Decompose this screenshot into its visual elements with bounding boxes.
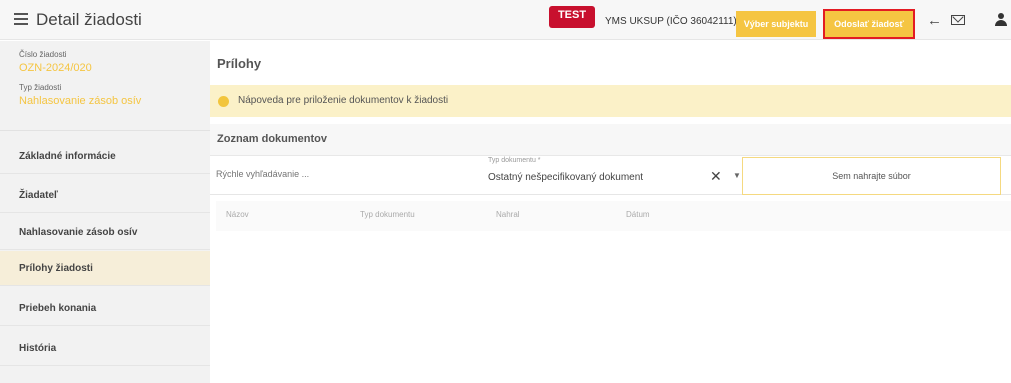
help-icon — [218, 96, 229, 107]
search-input[interactable] — [216, 169, 466, 179]
document-list-header: Zoznam dokumentov — [210, 124, 1011, 156]
chevron-down-icon[interactable]: ▼ — [733, 171, 741, 180]
help-panel[interactable]: Nápoveda pre priloženie dokumentov k žia… — [210, 85, 1011, 117]
document-type-select[interactable]: Ostatný nešpecifikovaný dokument — [488, 172, 643, 183]
request-number-label: Číslo žiadosti — [19, 50, 67, 59]
page-title: Detail žiadosti — [36, 10, 142, 29]
document-list-title: Zoznam dokumentov — [217, 133, 328, 145]
column-header-uploaded-by[interactable]: Nahral — [496, 210, 520, 219]
sidebar-item-basic-info[interactable]: Základné informácie — [0, 139, 210, 174]
mail-icon[interactable] — [951, 15, 965, 25]
main-content: Prílohy Nápoveda pre priloženie dokument… — [210, 41, 1011, 383]
help-text: Nápoveda pre priloženie dokumentov k žia… — [238, 95, 449, 106]
menu-icon[interactable] — [14, 13, 28, 25]
sidebar-item-attachments[interactable]: Prílohy žiadosti — [0, 251, 210, 286]
sidebar-item-seed-reporting[interactable]: Nahlasovanie zásob osív — [0, 215, 210, 250]
column-header-name[interactable]: Názov — [226, 210, 249, 219]
request-number: OZN-2024/020 — [19, 62, 92, 74]
sidebar-item-progress[interactable]: Priebeh konania — [0, 291, 210, 326]
column-header-type[interactable]: Typ dokumentu — [360, 210, 415, 219]
user-icon[interactable] — [994, 13, 1008, 27]
sidebar-item-history[interactable]: História — [0, 331, 210, 366]
sidebar-item-applicant[interactable]: Žiadateľ — [0, 178, 210, 213]
subject-info: YMS UKSUP (IČO 36042111) — [605, 16, 737, 27]
sidebar: Číslo žiadosti OZN-2024/020 Typ žiadosti… — [0, 41, 210, 383]
document-type-label: Typ dokumentu * — [488, 157, 541, 164]
sidebar-divider — [0, 130, 210, 131]
file-upload-dropzone[interactable]: Sem nahrajte súbor — [742, 157, 1001, 195]
request-type: Nahlasovanie zásob osív — [19, 95, 142, 107]
section-title: Prílohy — [217, 56, 262, 71]
filter-row: Typ dokumentu * Ostatný nešpecifikovaný … — [210, 157, 1011, 195]
request-type-label: Typ žiadosti — [19, 83, 62, 92]
send-request-button[interactable]: Odoslať žiadosť — [823, 9, 915, 39]
close-icon[interactable]: ✕ — [710, 168, 722, 185]
arrow-left-icon[interactable]: ← — [927, 12, 942, 29]
top-header: Detail žiadosti TEST YMS UKSUP (IČO 3604… — [0, 0, 1011, 40]
column-header-date[interactable]: Dátum — [626, 210, 650, 219]
select-subject-button[interactable]: Výber subjektu — [736, 11, 816, 37]
table-header: Názov Typ dokumentu Nahral Dátum — [216, 201, 1011, 231]
test-badge: TEST — [549, 6, 595, 28]
